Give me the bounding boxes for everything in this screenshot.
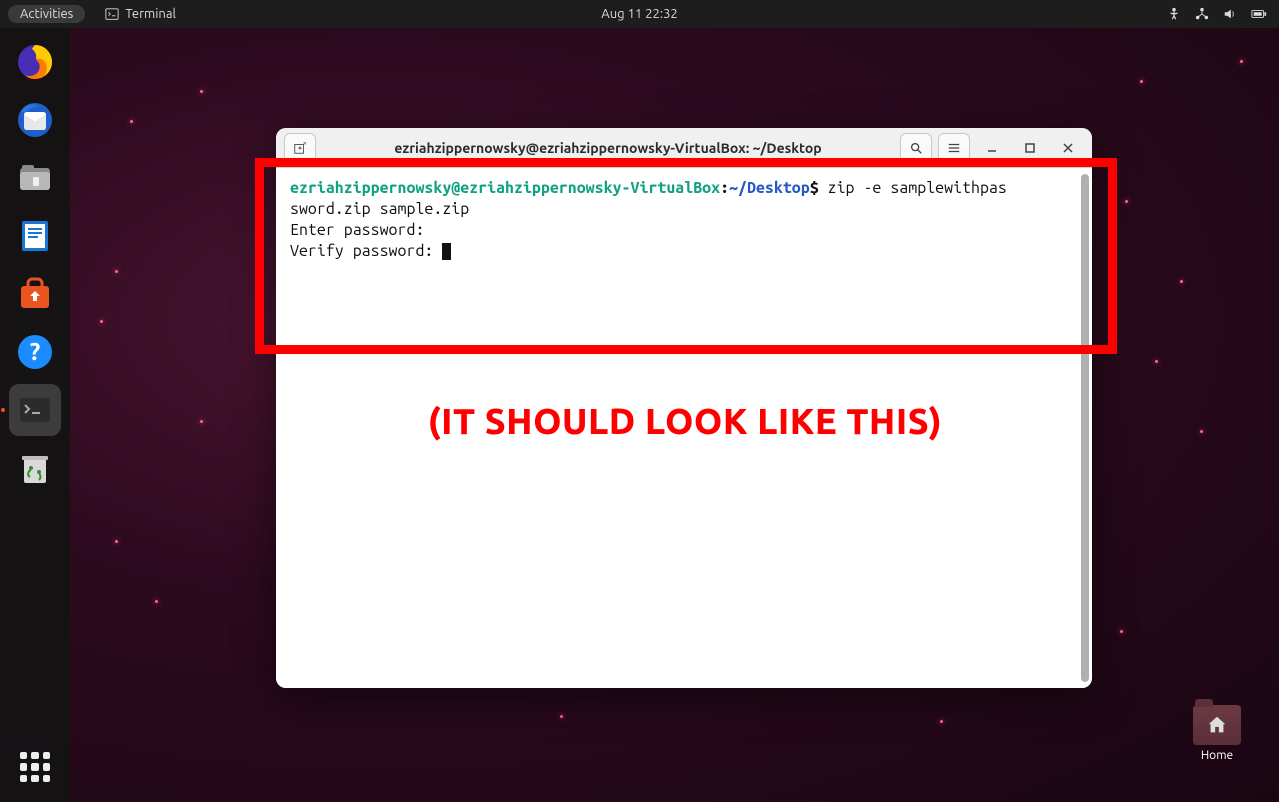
thunderbird-icon [15, 100, 55, 140]
maximize-button[interactable] [1014, 133, 1046, 163]
command-text: zip -e samplewithpas [819, 179, 1007, 197]
clock[interactable]: Aug 11 22:32 [601, 7, 678, 21]
dock-writer[interactable] [9, 210, 61, 262]
dock-terminal[interactable] [9, 384, 61, 436]
scrollbar[interactable] [1081, 174, 1089, 682]
app-menu[interactable]: Terminal [105, 7, 176, 21]
accessibility-icon[interactable] [1167, 7, 1181, 21]
titlebar[interactable]: ezriahzippernowsky@ezriahzippernowsky-Vi… [276, 128, 1092, 168]
dock-trash[interactable] [9, 442, 61, 494]
firefox-icon [15, 42, 55, 82]
terminal-dock-icon [15, 390, 55, 430]
terminal-icon [105, 7, 119, 21]
close-icon [1062, 142, 1074, 154]
terminal-cursor [442, 243, 451, 260]
software-icon [15, 274, 55, 314]
new-tab-icon [293, 141, 307, 155]
annotation-text: (IT SHOULD LOOK LIKE THIS) [350, 400, 1020, 441]
prompt-symbol: $ [810, 179, 819, 197]
prompt-separator: : [720, 179, 729, 197]
search-button[interactable] [900, 133, 932, 163]
minimize-icon [986, 142, 998, 154]
search-icon [909, 141, 923, 155]
volume-icon[interactable] [1223, 7, 1237, 21]
dock-help[interactable]: ? [9, 326, 61, 378]
minimize-button[interactable] [976, 133, 1008, 163]
command-wrap: sword.zip sample.zip [290, 199, 1078, 220]
dock: ? [0, 28, 70, 802]
new-tab-button[interactable] [284, 133, 316, 163]
battery-icon[interactable] [1251, 7, 1267, 21]
help-icon: ? [15, 332, 55, 372]
window-title: ezriahzippernowsky@ezriahzippernowsky-Vi… [322, 140, 894, 156]
hamburger-icon [947, 141, 961, 155]
line-verify-password: Verify password: [290, 242, 442, 260]
writer-icon [15, 216, 55, 256]
dock-files[interactable] [9, 152, 61, 204]
line-enter-password: Enter password: [290, 220, 1078, 241]
trash-icon [15, 448, 55, 488]
home-icon [1206, 714, 1228, 736]
desktop-icon-label: Home [1193, 749, 1241, 762]
menu-button[interactable] [938, 133, 970, 163]
show-applications-button[interactable] [14, 746, 56, 788]
activities-button[interactable]: Activities [8, 5, 85, 23]
files-icon [15, 158, 55, 198]
prompt-path: ~/Desktop [729, 179, 810, 197]
dock-software[interactable] [9, 268, 61, 320]
svg-text:?: ? [30, 338, 41, 365]
dock-firefox[interactable] [9, 36, 61, 88]
app-menu-label: Terminal [125, 7, 176, 21]
close-button[interactable] [1052, 133, 1084, 163]
dock-thunderbird[interactable] [9, 94, 61, 146]
maximize-icon [1024, 142, 1036, 154]
desktop-home-folder[interactable]: Home [1193, 705, 1241, 762]
prompt-user-host: ezriahzippernowsky@ezriahzippernowsky-Vi… [290, 179, 720, 197]
top-bar: Activities Terminal Aug 11 22:32 [0, 0, 1279, 28]
network-icon[interactable] [1195, 7, 1209, 21]
